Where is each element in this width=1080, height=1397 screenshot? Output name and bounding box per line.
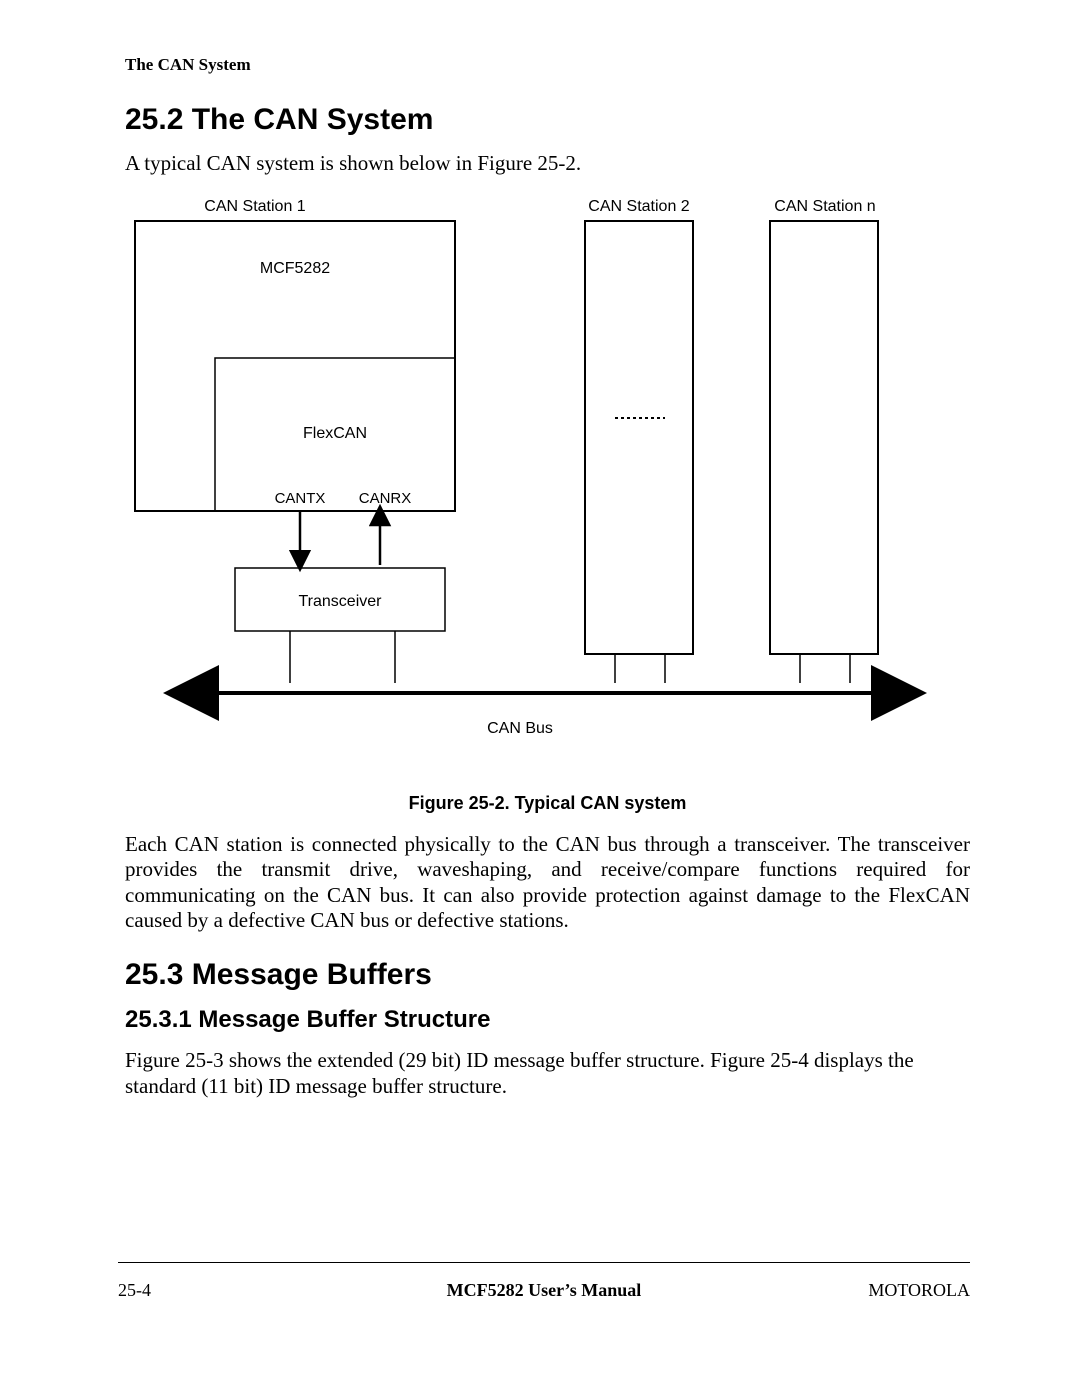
box-station-n xyxy=(770,221,878,654)
label-station-n: CAN Station n xyxy=(774,198,875,215)
box-station-2 xyxy=(585,221,693,654)
figure-25-2: CAN Station 1 CAN Station 2 CAN Station … xyxy=(125,193,970,814)
label-canrx: CANRX xyxy=(359,490,412,507)
label-station-1: CAN Station 1 xyxy=(204,198,305,215)
para-25-3-1: Figure 25-3 shows the extended (29 bit) … xyxy=(125,1048,970,1099)
heading-25-2: 25.2 The CAN System xyxy=(125,103,970,137)
heading-25-3-1: 25.3.1 Message Buffer Structure xyxy=(125,1006,970,1034)
footer-manual-title: MCF5282 User’s Manual xyxy=(118,1280,970,1301)
label-cantx: CANTX xyxy=(275,490,326,507)
heading-25-3: 25.3 Message Buffers xyxy=(125,958,970,992)
page-footer: 25-4 MCF5282 User’s Manual MOTOROLA xyxy=(118,1280,970,1301)
label-mcf5282: MCF5282 xyxy=(260,260,330,277)
intro-25-2: A typical CAN system is shown below in F… xyxy=(125,151,970,177)
running-header: The CAN System xyxy=(125,55,970,75)
can-system-diagram: CAN Station 1 CAN Station 2 CAN Station … xyxy=(125,193,955,768)
label-flexcan: FlexCAN xyxy=(303,425,367,442)
footer-page-number: 25-4 xyxy=(118,1280,151,1301)
label-station-2: CAN Station 2 xyxy=(588,198,689,215)
footer-brand: MOTOROLA xyxy=(868,1280,970,1301)
figure-caption-25-2: Figure 25-2. Typical CAN system xyxy=(125,793,970,814)
para-after-figure: Each CAN station is connected physically… xyxy=(125,832,970,934)
label-can-bus: CAN Bus xyxy=(487,720,553,737)
label-transceiver: Transceiver xyxy=(299,593,383,610)
footer-rule xyxy=(118,1262,970,1263)
